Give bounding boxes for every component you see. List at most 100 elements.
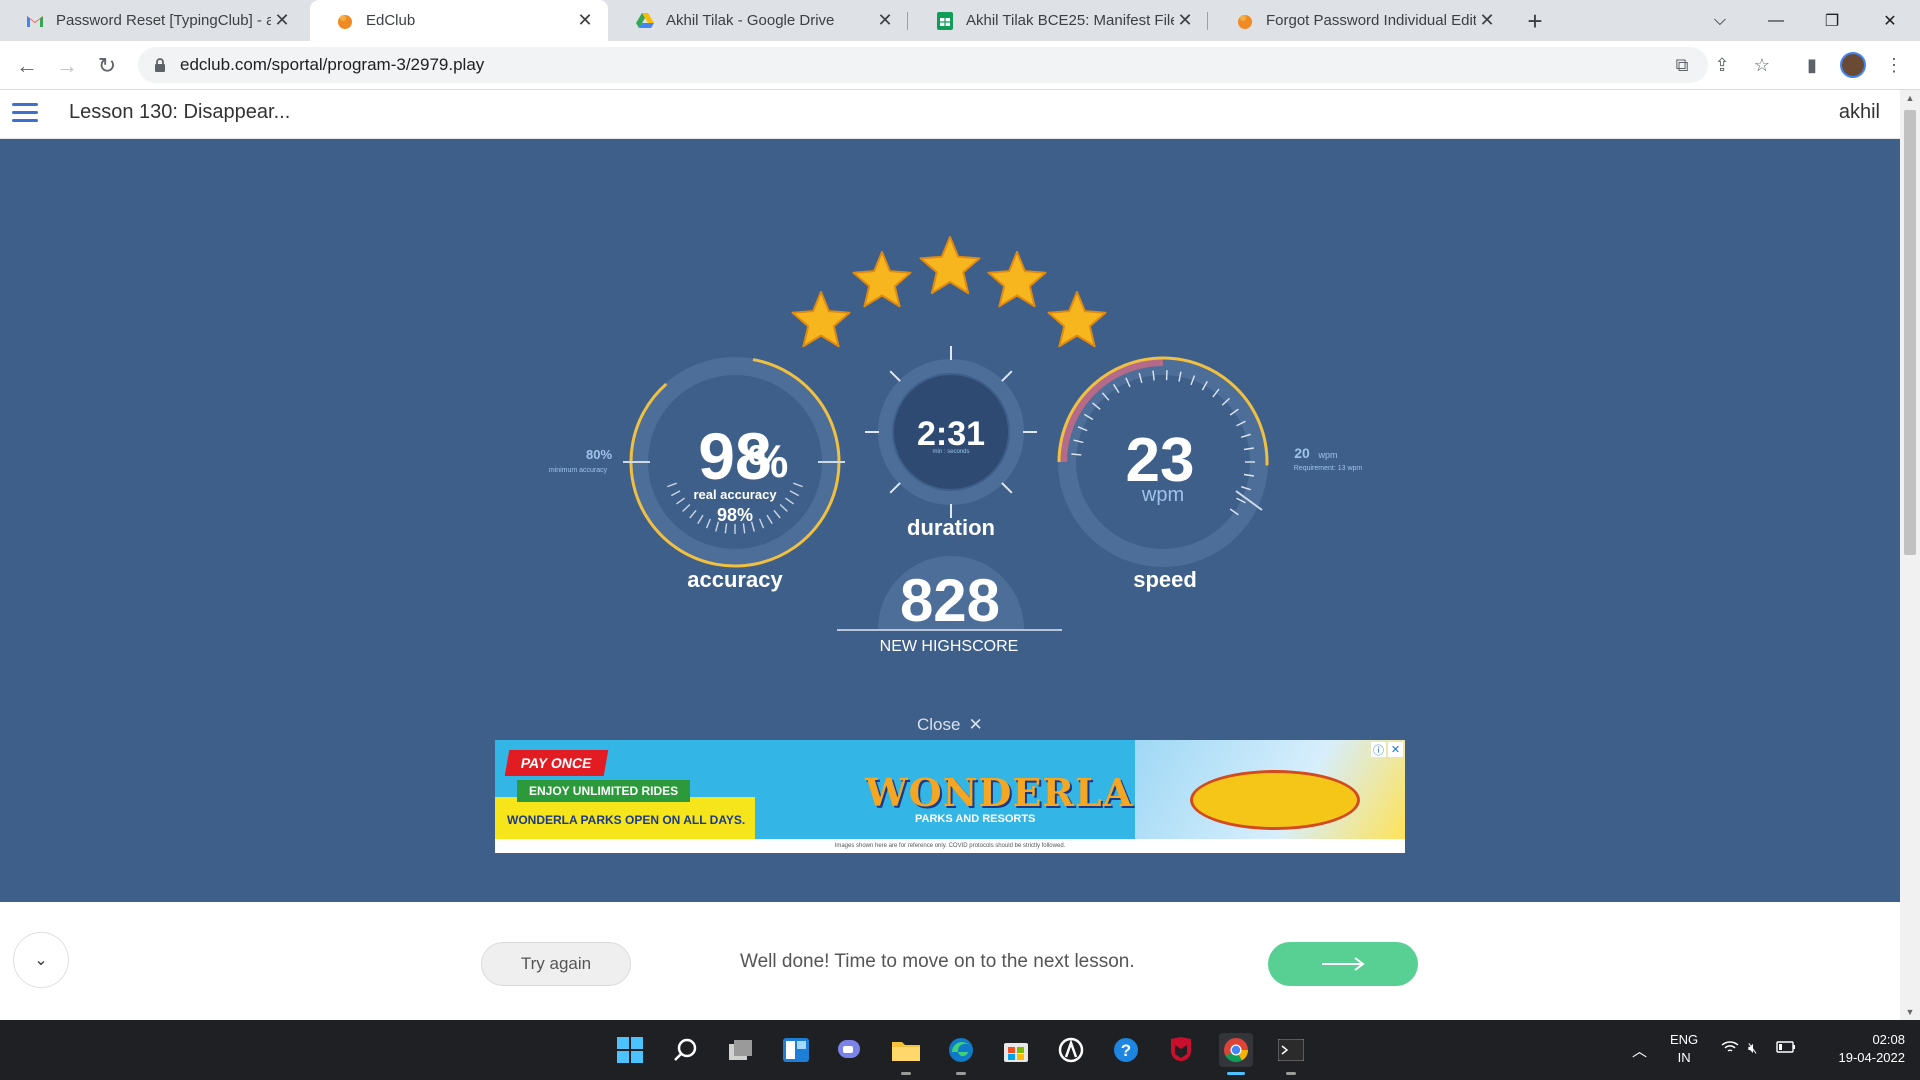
side-panel-icon[interactable]: ▮	[1796, 49, 1828, 81]
duration-value: 2:31	[917, 415, 985, 453]
tick-mark	[667, 482, 677, 488]
help-icon[interactable]: ?	[1109, 1033, 1143, 1067]
tick-mark	[758, 518, 765, 529]
lock-icon[interactable]	[152, 57, 168, 73]
tick-mark	[689, 509, 697, 519]
ad-info-icon[interactable]: ⓘ	[1371, 742, 1386, 757]
lesson-title: Lesson 130: Disappear...	[69, 101, 291, 123]
results-stage: 98 % real accuracy 98% accuracy 80% mini…	[0, 139, 1900, 902]
edge-browser-icon[interactable]	[944, 1033, 978, 1067]
google-sheets-icon	[936, 11, 954, 30]
star-icon	[919, 236, 981, 295]
microsoft-store-icon[interactable]	[999, 1033, 1033, 1067]
chevron-up-icon[interactable]: ︿	[1632, 1040, 1647, 1061]
arrow-right-icon	[1322, 957, 1365, 971]
tick-mark	[1071, 453, 1082, 456]
page-scrollbar[interactable]: ▲ ▼	[1900, 90, 1920, 1020]
highscore-label: NEW HIGHSCORE	[880, 638, 1019, 655]
next-lesson-button[interactable]	[1268, 942, 1418, 986]
clock[interactable]: 02:08 19-04-2022	[1815, 1031, 1906, 1067]
close-ad-button[interactable]: Close ✕	[917, 715, 983, 735]
chevron-down-icon[interactable]: ⌄	[13, 932, 69, 988]
address-bar[interactable]: edclub.com/sportal/program-3/2979.play	[138, 47, 1708, 83]
share-icon[interactable]: ⇪	[1706, 49, 1738, 81]
terminal-icon[interactable]	[1274, 1033, 1308, 1067]
widgets-icon[interactable]	[779, 1033, 813, 1067]
ad-brand-sub: PARKS AND RESORTS	[915, 813, 1036, 825]
edclub-icon	[336, 12, 354, 30]
app-icon[interactable]	[1054, 1033, 1088, 1067]
tab-google-sheets[interactable]: Akhil Tilak BCE25: Manifest File - ✕	[910, 0, 1208, 41]
translate-icon[interactable]: ⧉	[1666, 49, 1698, 81]
url-text[interactable]: edclub.com/sportal/program-3/2979.play	[180, 55, 484, 75]
bookmark-star-icon[interactable]: ☆	[1746, 49, 1778, 81]
profile-avatar[interactable]	[1840, 52, 1866, 78]
close-tab-icon[interactable]: ✕	[1174, 10, 1196, 32]
star-icon	[852, 251, 912, 308]
hamburger-menu-icon[interactable]	[12, 103, 38, 125]
speed-gauge: 23 wpm speed 20 wpm Requirement: 13 wpm	[1057, 356, 1362, 592]
chrome-icon[interactable]	[1219, 1033, 1253, 1067]
tab-google-drive[interactable]: Akhil Tilak - Google Drive ✕	[610, 0, 908, 41]
tab-forgot-password[interactable]: Forgot Password Individual Editio ✕	[1210, 0, 1510, 41]
clock-date: 19-04-2022	[1838, 1050, 1906, 1065]
minimize-icon[interactable]: —	[1748, 0, 1804, 41]
mcafee-icon[interactable]	[1164, 1033, 1198, 1067]
duration-gauge: 2:31 min : seconds duration	[865, 346, 1037, 540]
search-icon[interactable]	[669, 1033, 703, 1067]
battery-icon[interactable]	[1776, 1040, 1796, 1057]
gmail-icon	[26, 12, 44, 30]
close-window-icon[interactable]: ✕	[1862, 0, 1918, 41]
ad-close-icon[interactable]: ✕	[1388, 742, 1403, 757]
speed-label: speed	[1133, 567, 1197, 592]
new-tab-button[interactable]: +	[1520, 6, 1550, 36]
forward-icon[interactable]: →	[51, 50, 83, 82]
real-accuracy-label: real accuracy	[693, 487, 777, 502]
input-language[interactable]: ENG IN	[1670, 1031, 1698, 1067]
back-icon[interactable]: ←	[11, 50, 43, 82]
tab-strip: Password Reset [TypingClub] - ak ✕ EdClu…	[0, 0, 1920, 41]
browser-toolbar: ← → ↻ edclub.com/sportal/program-3/2979.…	[0, 41, 1920, 90]
tick-mark	[779, 503, 788, 512]
tab-search-chevron-icon[interactable]: ⌵	[1692, 0, 1748, 41]
accuracy-unit: %	[748, 435, 789, 487]
menu-kebab-icon[interactable]: ⋮	[1878, 49, 1910, 81]
try-again-button[interactable]: Try again	[481, 942, 631, 986]
minimum-accuracy-value: 80%	[586, 447, 612, 462]
scroll-down-arrow-icon[interactable]: ▼	[1900, 1004, 1920, 1020]
restore-icon[interactable]: ❐	[1804, 0, 1860, 41]
close-ad-label[interactable]: Close	[917, 715, 960, 735]
highscore-block: 828 NEW HIGHSCORE	[837, 556, 1062, 655]
ad-choices[interactable]: ⓘ ✕	[1371, 742, 1403, 757]
scroll-up-arrow-icon[interactable]: ▲	[1900, 90, 1920, 106]
close-tab-icon[interactable]: ✕	[874, 10, 896, 32]
speed-requirement-unit: wpm	[1317, 450, 1337, 460]
clock-time: 02:08	[1872, 1032, 1905, 1047]
scroll-thumb[interactable]	[1904, 110, 1916, 555]
tick-mark	[675, 497, 686, 505]
task-view-icon[interactable]	[724, 1033, 758, 1067]
star-icon	[1047, 291, 1107, 348]
user-name[interactable]: akhil	[1839, 101, 1880, 124]
volume-muted-icon[interactable]: 🔇︎	[1748, 1040, 1757, 1057]
tab-edclub[interactable]: EdClub ✕	[310, 0, 608, 41]
windows-taskbar: ? ︿ ENG IN 🔇︎ 02:08 19-04-2022	[0, 1020, 1920, 1080]
file-explorer-icon[interactable]	[889, 1033, 923, 1067]
wifi-icon[interactable]	[1721, 1040, 1739, 1058]
close-icon[interactable]: ✕	[968, 715, 982, 735]
star-icon	[987, 251, 1047, 308]
windows-start-icon[interactable]	[613, 1033, 647, 1067]
tick-mark	[773, 509, 781, 519]
tick-mark	[705, 518, 712, 529]
close-tab-icon[interactable]: ✕	[1476, 10, 1498, 32]
completion-message: Well done! Time to move on to the next l…	[740, 951, 1135, 972]
tab-gmail[interactable]: Password Reset [TypingClub] - ak ✕	[0, 0, 305, 41]
tick-mark	[697, 514, 704, 524]
tick-mark	[670, 490, 681, 497]
close-tab-icon[interactable]: ✕	[271, 10, 293, 32]
advertisement-banner[interactable]: PAY ONCE ENJOY UNLIMITED RIDES WONDERLA …	[495, 740, 1405, 853]
close-tab-icon[interactable]: ✕	[574, 10, 596, 32]
reload-icon[interactable]: ↻	[91, 50, 123, 82]
teams-chat-icon[interactable]	[834, 1033, 868, 1067]
tick-mark	[1001, 370, 1013, 382]
